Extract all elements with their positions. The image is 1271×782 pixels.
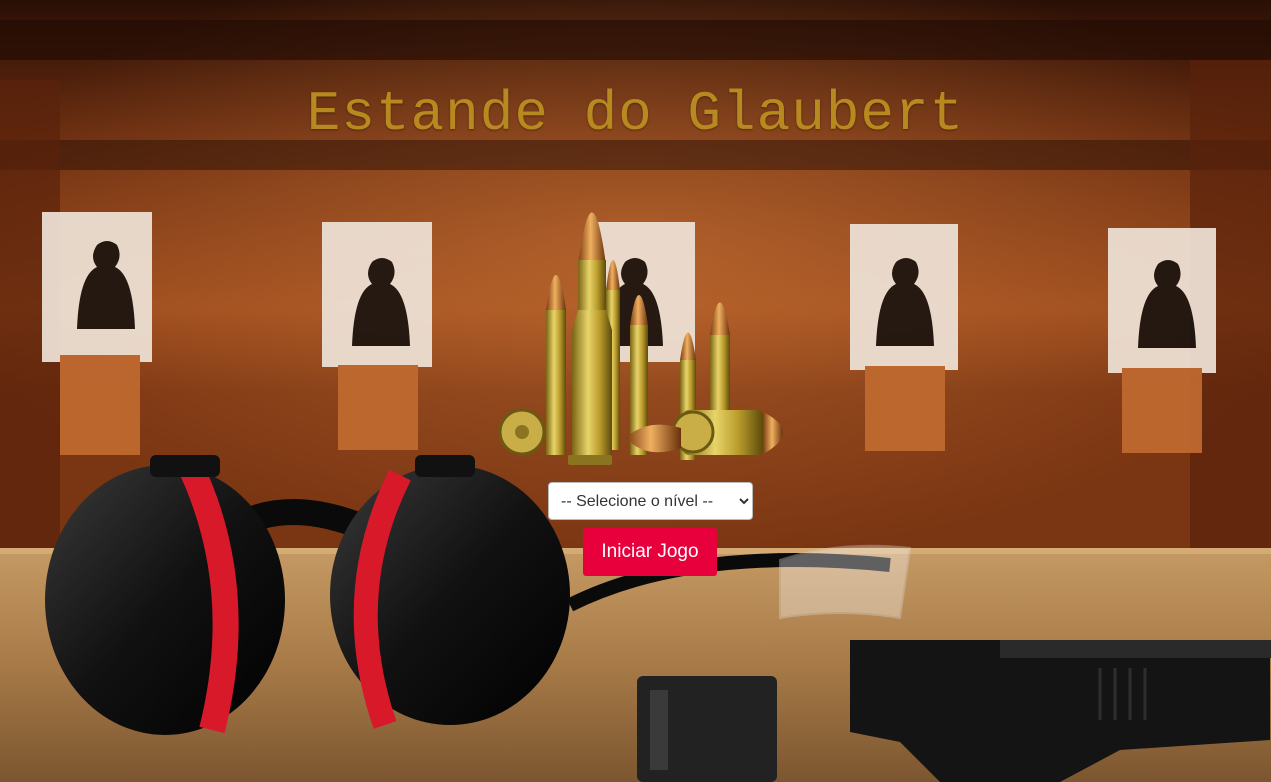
bullets-logo [498, 160, 802, 472]
page-title: Estande do Glaubert [306, 82, 965, 146]
level-select[interactable]: -- Selecione o nível -- [548, 482, 753, 520]
start-game-button[interactable]: Iniciar Jogo [583, 528, 717, 576]
